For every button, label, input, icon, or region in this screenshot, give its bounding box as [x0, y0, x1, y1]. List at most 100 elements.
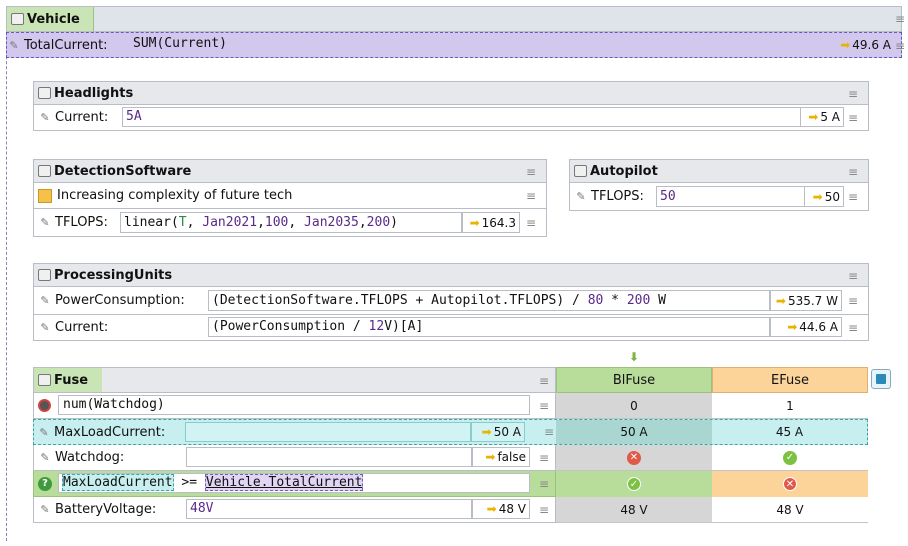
fuse-battery-row: ✎ BatteryVoltage: 48V ➡ 48 V ≡	[33, 497, 556, 523]
fuse-title: Fuse	[54, 372, 89, 388]
vehicle-title: Vehicle	[27, 11, 80, 27]
fuse-num-efuse: 1	[712, 393, 868, 419]
menu-icon[interactable]: ≡	[539, 478, 549, 490]
fuse-condition-row: ? MaxLoadCurrent >= Vehicle.TotalCurrent…	[33, 471, 556, 497]
question-icon: ?	[38, 476, 52, 491]
menu-icon[interactable]: ≡	[526, 166, 536, 178]
processing-current-formula[interactable]: (PowerConsumption / 12V)[A]	[208, 317, 770, 337]
tag-icon: ✎	[576, 190, 586, 203]
autopilot-title: Autopilot	[590, 163, 658, 179]
detection-note[interactable]: Increasing complexity of future tech	[57, 188, 292, 203]
headlights-current-label: Current:	[55, 110, 109, 125]
vehicle-totalcurrent-row: ✎ TotalCurrent: SUM(Current) ➡ 49.6 A ≡	[6, 32, 905, 58]
fuse-watchdog-input[interactable]	[186, 447, 472, 467]
check-icon: ✓	[627, 477, 641, 491]
add-column-icon[interactable]	[871, 369, 891, 389]
tag-icon: ✎	[40, 294, 50, 307]
tag-icon: ✎	[40, 321, 50, 334]
menu-icon[interactable]: ≡	[848, 191, 858, 203]
condition-left-ref[interactable]: MaxLoadCurrent	[62, 474, 174, 491]
fuse-battery-result: ➡ 48 V	[472, 499, 530, 519]
processing-current-label: Current:	[55, 320, 109, 335]
tag-icon: ✎	[40, 503, 50, 516]
menu-icon[interactable]: ≡	[539, 400, 549, 412]
menu-icon[interactable]: ≡	[848, 322, 858, 334]
error-icon: ✕	[783, 477, 797, 491]
processing-pc-formula[interactable]: (DetectionSoftware.TFLOPS + Autopilot.TF…	[208, 290, 770, 311]
detection-tflops-label: TFLOPS:	[55, 215, 108, 230]
fuse-battery-label: BatteryVoltage:	[55, 502, 157, 517]
fuse-watchdog-efuse: ✓	[712, 445, 868, 471]
vehicle-titlebar[interactable]: Vehicle ≡	[6, 6, 905, 32]
fuse-condition-formula[interactable]: MaxLoadCurrent >= Vehicle.TotalCurrent	[58, 473, 530, 493]
menu-icon[interactable]: ≡	[526, 217, 536, 229]
menu-icon[interactable]: ≡	[848, 166, 858, 178]
fuse-mlc-label: MaxLoadCurrent:	[54, 424, 166, 440]
fuse-watchdog-row: ✎ Watchdog: ➡ false ≡	[33, 445, 556, 471]
fuse-mlc-input[interactable]	[185, 422, 471, 442]
fuse-watchdog-result: ➡ false	[472, 447, 530, 467]
headlights-current-row: ✎ Current: 5A ➡ 5 A ≡	[33, 105, 869, 131]
menu-icon[interactable]: ≡	[895, 13, 905, 25]
menu-icon[interactable]: ≡	[539, 452, 549, 464]
headlights-current-result: ➡ 5 A	[800, 107, 844, 127]
menu-icon[interactable]: ≡	[544, 426, 554, 438]
detection-tflops-formula[interactable]: linear(T, Jan2021,100, Jan2035,200)	[120, 212, 462, 233]
menu-icon[interactable]: ≡	[848, 88, 858, 100]
totalcurrent-label: TotalCurrent:	[24, 37, 108, 53]
menu-icon[interactable]: ≡	[848, 270, 858, 282]
detection-titlebar[interactable]: DetectionSoftware ≡	[33, 159, 547, 183]
result-arrow-icon: ➡	[775, 293, 786, 308]
cube-icon	[38, 374, 51, 386]
processing-current-row: ✎ Current: (PowerConsumption / 12V)[A] ➡…	[33, 315, 869, 341]
tag-icon: ✎	[40, 111, 50, 124]
result-arrow-icon: ➡	[485, 450, 496, 464]
cube-icon	[11, 13, 24, 25]
cube-icon	[38, 269, 51, 281]
fuse-titlebar[interactable]: Fuse ≡	[33, 367, 556, 393]
processing-title: ProcessingUnits	[54, 267, 173, 283]
menu-icon[interactable]: ≡	[848, 295, 858, 307]
fuse-battery-input[interactable]: 48V	[186, 499, 472, 519]
menu-icon[interactable]: ≡	[848, 112, 858, 124]
condition-right-ref[interactable]: Vehicle.TotalCurrent	[204, 474, 364, 491]
fuse-watchdog-label: Watchdog:	[55, 450, 125, 465]
menu-icon[interactable]: ≡	[895, 40, 905, 52]
result-arrow-icon: ➡	[808, 110, 819, 124]
menu-icon[interactable]: ≡	[526, 190, 536, 202]
cube-icon	[38, 87, 51, 99]
result-arrow-icon: ➡	[812, 189, 823, 204]
check-icon: ✓	[783, 450, 797, 465]
fuse-num-blfuse: 0	[556, 393, 712, 419]
fuse-condition-blfuse: ✓	[556, 471, 712, 497]
fuse-mlc-label-group: ✎ MaxLoadCurrent: ➡ 50 A ≡	[37, 419, 556, 445]
detection-note-row: Increasing complexity of future tech ≡	[33, 183, 547, 209]
detection-tflops-row: ✎ TFLOPS: linear(T, Jan2021,100, Jan2035…	[33, 209, 547, 237]
tag-icon: ✎	[40, 451, 50, 464]
cube-icon	[574, 165, 587, 177]
menu-icon[interactable]: ≡	[539, 375, 549, 387]
autopilot-tflops-label: TFLOPS:	[591, 189, 644, 204]
note-icon	[38, 188, 52, 203]
fuse-mlc-blfuse: 50 A	[556, 420, 712, 444]
fuse-mlc-efuse: 45 A	[775, 425, 804, 439]
headlights-current-input[interactable]: 5A	[122, 107, 830, 127]
fuse-condition-efuse: ✕	[712, 471, 868, 497]
fuse-watchdog-blfuse: ✕	[556, 445, 712, 471]
result-arrow-icon: ➡	[486, 502, 497, 516]
tag-icon: ✎	[9, 38, 19, 52]
autopilot-tflops-row: ✎ TFLOPS: 50 ➡ 50 ≡	[569, 183, 869, 211]
tag-icon: ✎	[39, 425, 49, 439]
headlights-titlebar[interactable]: Headlights ≡	[33, 81, 869, 105]
totalcurrent-formula[interactable]: SUM(Current)	[133, 36, 227, 51]
fuse-col-efuse-header[interactable]: EFuse	[712, 367, 868, 393]
processing-pc-result: ➡ 535.7 W	[770, 290, 842, 311]
fuse-num-formula[interactable]: num(Watchdog)	[58, 395, 530, 415]
selected-column-arrow-icon: ⬇	[629, 350, 640, 364]
result-arrow-icon: ➡	[840, 38, 851, 52]
processing-titlebar[interactable]: ProcessingUnits ≡	[33, 263, 869, 287]
menu-icon[interactable]: ≡	[539, 504, 549, 516]
fuse-mlc-result: ➡ 50 A	[471, 422, 525, 442]
fuse-col-blfuse-header[interactable]: BlFuse	[556, 367, 712, 393]
autopilot-titlebar[interactable]: Autopilot ≡	[569, 159, 869, 183]
